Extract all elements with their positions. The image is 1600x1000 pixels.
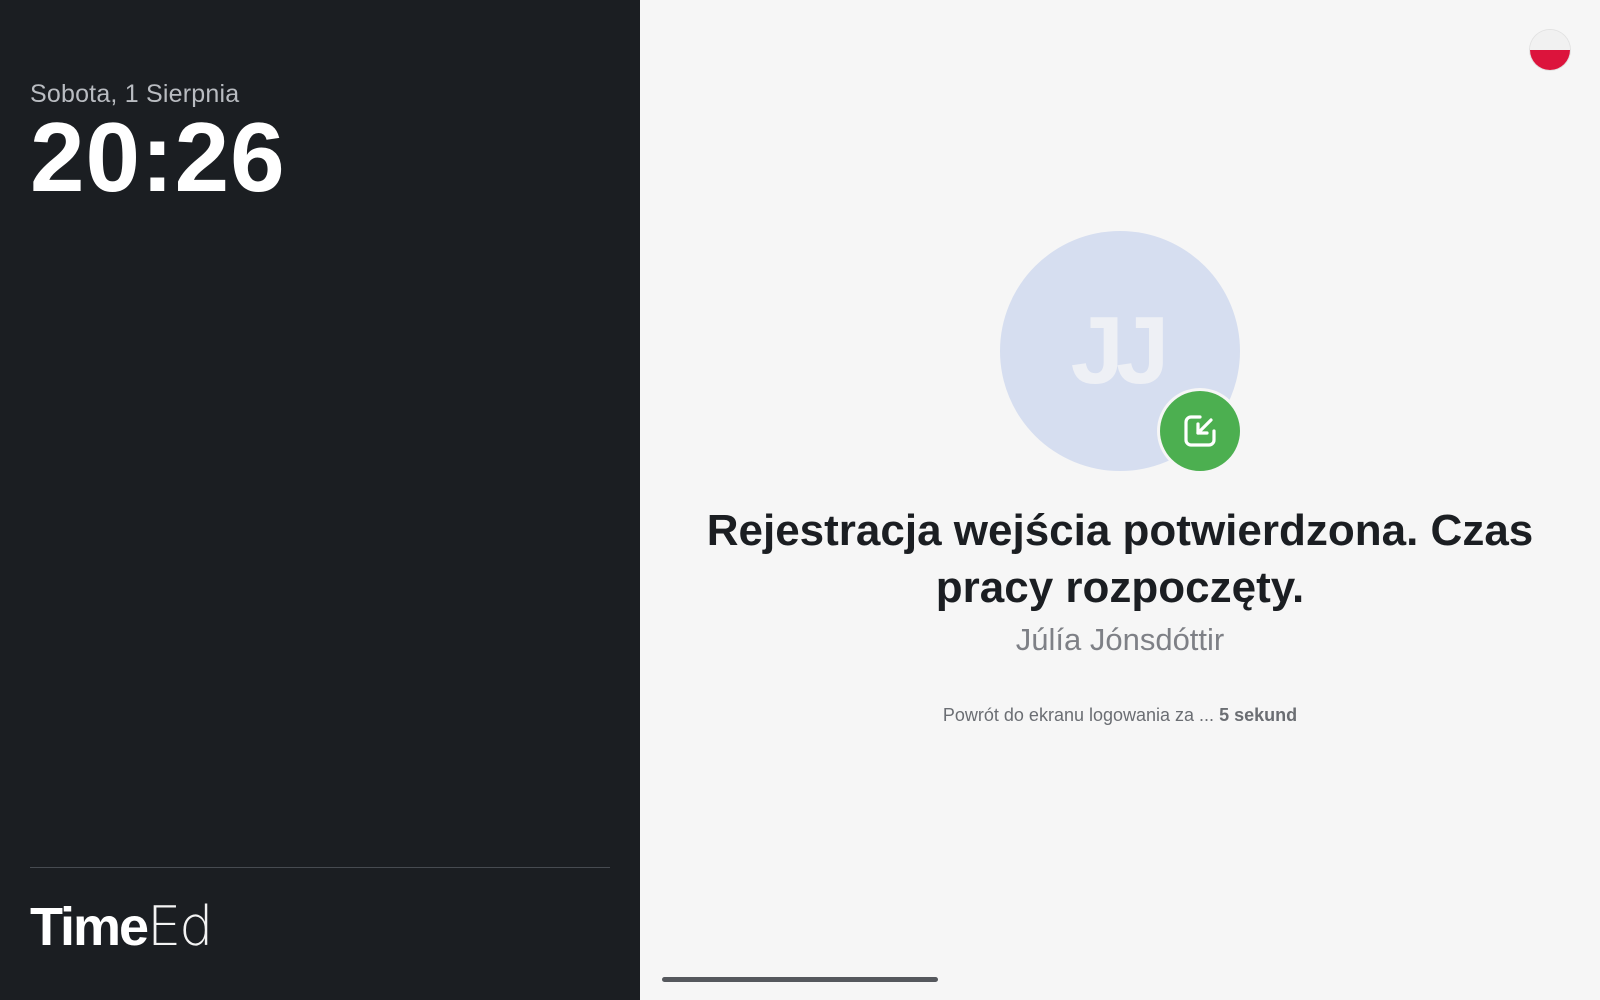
return-countdown: Powrót do ekranu logowania za ... 5 seku… — [660, 705, 1580, 726]
countdown-value: 5 sekund — [1219, 705, 1298, 725]
poland-flag-icon[interactable] — [1530, 30, 1570, 70]
clock-in-badge — [1160, 391, 1240, 471]
avatar-initials: JJ — [1070, 297, 1170, 404]
confirmation-message: Rejestracja wejścia potwierdzona. Czas p… — [706, 506, 1534, 612]
clock-panel: Sobota, 1 Sierpnia 20:26 TimeEd — [0, 0, 640, 1000]
divider — [30, 867, 610, 868]
logo-bold-text: Time — [30, 897, 149, 957]
confirmation-panel — [640, 0, 1600, 1000]
countdown-prefix: Powrót do ekranu logowania za ... — [942, 705, 1215, 725]
home-indicator[interactable] — [662, 977, 938, 982]
timeed-logo: TimeEd — [30, 897, 213, 957]
current-time: 20:26 — [30, 102, 286, 212]
clock-in-arrow-icon — [1184, 415, 1216, 447]
logo-thin-text: Ed — [147, 895, 213, 958]
user-name: Júlía Jónsdóttir — [1015, 622, 1225, 657]
